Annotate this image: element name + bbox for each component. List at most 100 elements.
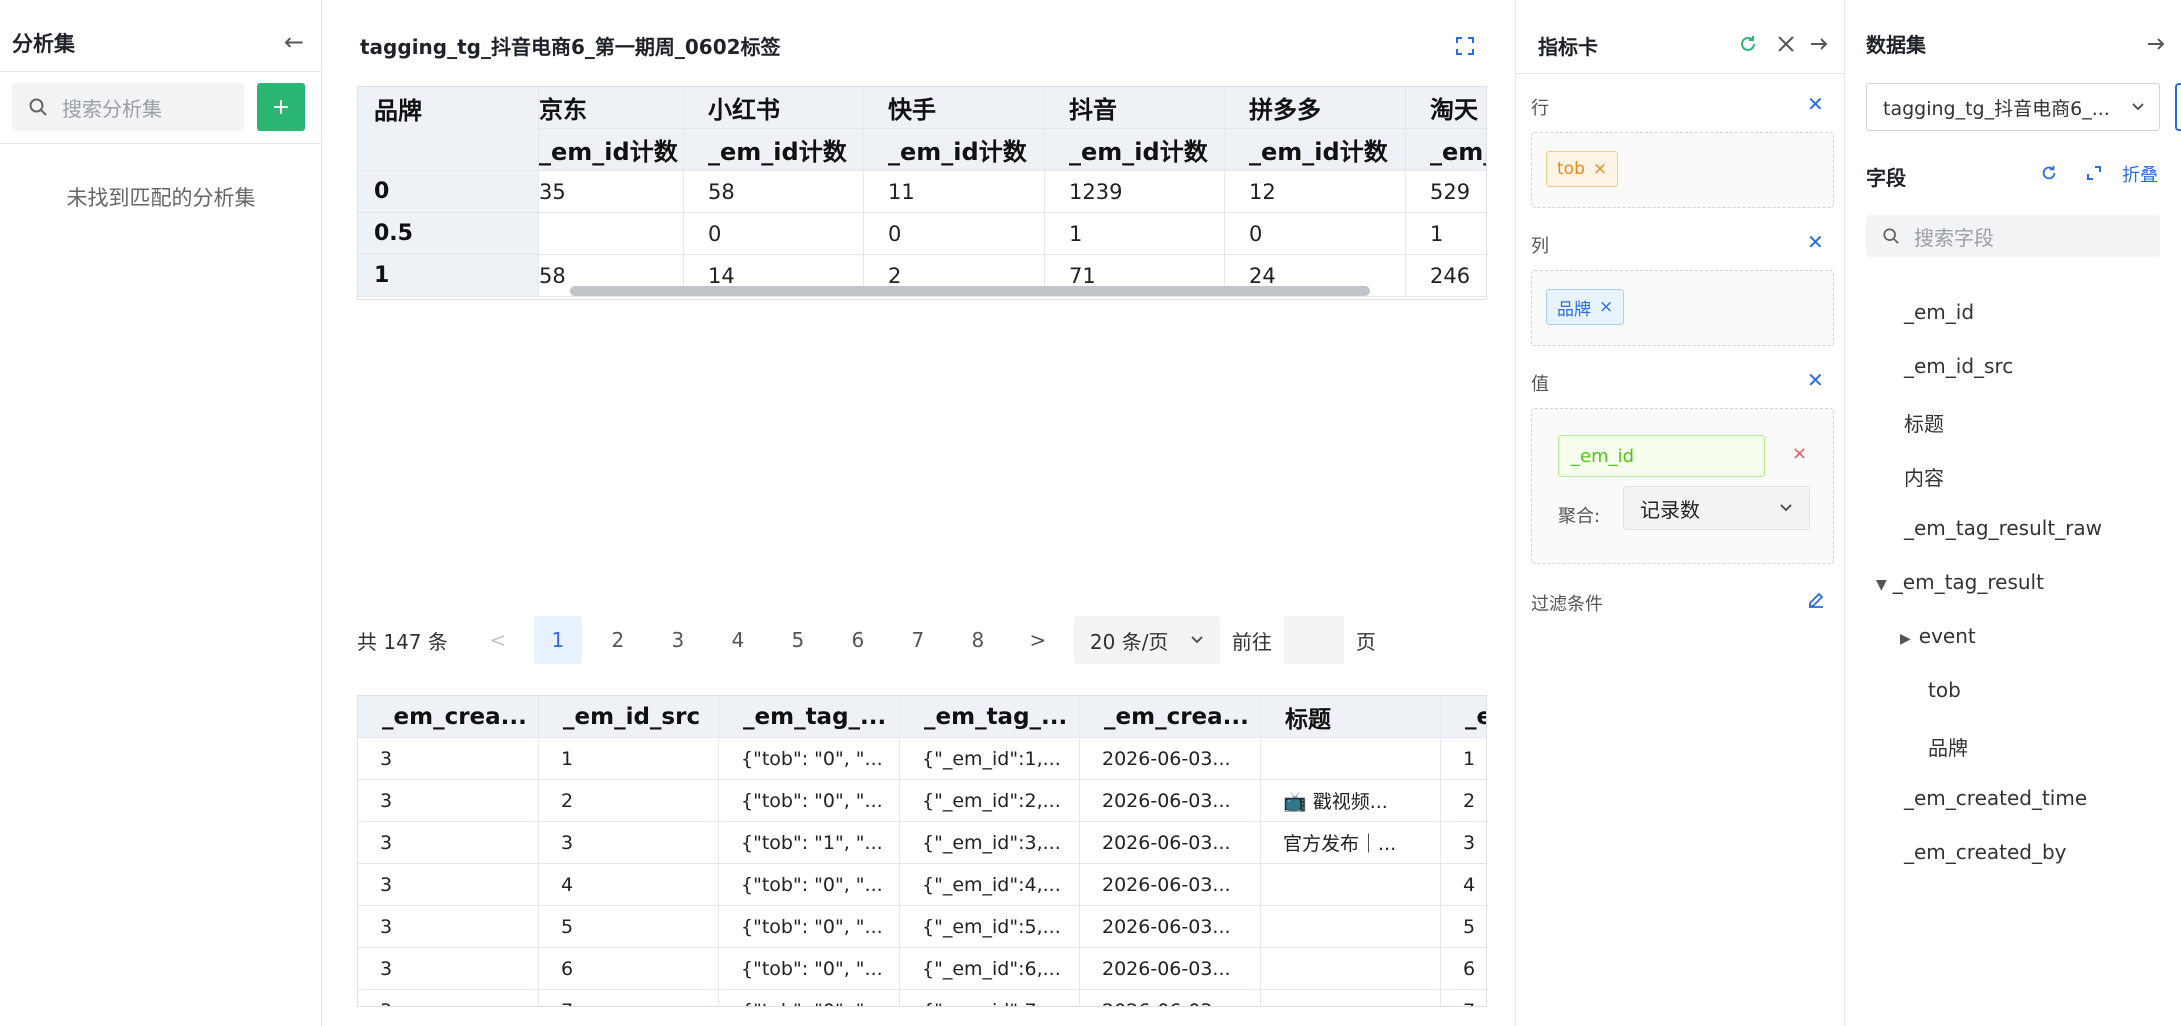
table-cell: 3 [358, 864, 539, 906]
table-header[interactable]: _em_crea... [1080, 696, 1261, 738]
table-cell [1261, 864, 1441, 906]
table-cell: {"tob": "1", "... [719, 822, 900, 864]
pivot-table: 品牌 京东 _em_id计数 小红书 _em_id计数 快手 _em_id计数 … [357, 86, 1487, 300]
table-cell: 4 [539, 864, 719, 906]
value-field[interactable]: _em_id [1558, 435, 1765, 477]
divider [0, 71, 322, 72]
next-page-icon[interactable]: > [1014, 616, 1062, 664]
clear-values-icon[interactable]: ✕ [1807, 368, 1824, 392]
page-button[interactable]: 5 [774, 616, 822, 664]
values-dropzone[interactable]: _em_id × 聚合: 记录数 [1531, 408, 1834, 564]
dataset-side-button[interactable] [2175, 83, 2181, 131]
page-button[interactable]: 2 [594, 616, 642, 664]
table-cell: 7 [1441, 990, 1486, 1007]
table-header[interactable]: _em_tag_... [719, 696, 900, 738]
search-icon [29, 98, 47, 116]
close-icon[interactable] [1777, 35, 1795, 57]
field-item[interactable]: _em_id_src [1904, 354, 2013, 378]
refresh-icon[interactable] [2040, 164, 2058, 186]
field-item[interactable]: _em_created_time [1904, 786, 2087, 810]
pivot-corner-blank [358, 129, 539, 171]
page-button[interactable]: 7 [894, 616, 942, 664]
pivot-row-key: 0 [358, 171, 539, 213]
field-item[interactable]: 内容 [1904, 462, 1944, 491]
table-cell: {"_em_id":2,... [900, 780, 1080, 822]
pivot-col-brand: 快手 [864, 87, 1045, 129]
cols-dropzone[interactable]: 品牌 × [1531, 270, 1834, 346]
expand-icon[interactable] [2086, 165, 2102, 185]
field-subgroup-toggle[interactable]: ▶ event [1900, 624, 1976, 648]
pivot-cell [539, 213, 684, 255]
pivot-cell: 0 [1225, 213, 1406, 255]
page-button[interactable]: 6 [834, 616, 882, 664]
table-cell [1261, 738, 1441, 780]
remove-tag-icon[interactable]: × [1599, 297, 1613, 317]
page-button[interactable]: 1 [533, 616, 582, 664]
field-group-toggle[interactable]: ▼ _em_tag_result [1876, 570, 2044, 594]
table-cell: 2026-06-03... [1080, 864, 1261, 906]
table-cell: 6 [1441, 948, 1486, 990]
table-cell: {"tob": "0", "... [719, 738, 900, 780]
table-cell: {"tob": "0", "... [719, 780, 900, 822]
clear-rows-icon[interactable]: ✕ [1807, 92, 1824, 116]
page-button[interactable]: 3 [654, 616, 702, 664]
pivot-horizontal-scrollbar[interactable] [570, 286, 1370, 296]
field-item[interactable]: 标题 [1904, 408, 1944, 437]
goto-page-input[interactable] [1283, 616, 1344, 664]
table-cell: {"tob": "0", "... [719, 864, 900, 906]
table-header[interactable]: _em_tag_... [900, 696, 1080, 738]
search-placeholder: 搜索分析集 [62, 96, 162, 121]
table-header[interactable]: 标题 [1261, 696, 1441, 738]
collapse-fields-button[interactable]: 折叠 [2122, 161, 2158, 187]
table-cell: 5 [539, 906, 719, 948]
arrow-right-icon[interactable] [1809, 35, 1829, 57]
table-cell: 2026-06-03... [1080, 822, 1261, 864]
pagination: 共 147 条 < 1 2 3 4 5 6 7 8 > 20 条/页 前往 页 [357, 615, 1376, 665]
agg-select[interactable]: 记录数 [1623, 486, 1810, 530]
table-header[interactable]: _em_crea... [358, 696, 539, 738]
arrow-right-icon[interactable] [2146, 35, 2166, 57]
field-item[interactable]: _em_tag_result_raw [1904, 516, 2102, 540]
table-cell [1261, 990, 1441, 1006]
table-cell [1261, 948, 1441, 990]
collapse-left-icon[interactable]: ← [284, 30, 304, 54]
page-title: tagging_tg_抖音电商6_第一期周_0602标签 [360, 35, 781, 59]
dataset-title: 数据集 [1866, 33, 1926, 57]
field-item[interactable]: tob [1928, 678, 1961, 702]
table-cell: 官方发布｜... [1261, 822, 1441, 864]
table-header[interactable]: _em_id_src [539, 696, 719, 738]
page-size-select[interactable]: 20 条/页 [1073, 616, 1220, 664]
rows-label: 行 [1531, 98, 1549, 119]
remove-value-icon[interactable]: × [1792, 443, 1807, 464]
add-analysis-set-button[interactable]: + [257, 83, 305, 131]
field-item[interactable]: _em_id [1904, 300, 1974, 324]
analysis-set-title: 分析集 [12, 32, 75, 56]
pivot-cell: 0 [864, 213, 1045, 255]
prev-page-icon[interactable]: < [474, 616, 522, 664]
row-tag[interactable]: tob × [1546, 151, 1619, 187]
table-header[interactable]: _e [1441, 696, 1486, 738]
rows-dropzone[interactable]: tob × [1531, 132, 1834, 208]
field-search-input[interactable]: 搜索字段 [1866, 215, 2160, 257]
col-tag[interactable]: 品牌 × [1546, 289, 1625, 325]
field-subgroup-label: event [1918, 624, 1976, 648]
edit-filter-icon[interactable] [1807, 590, 1825, 612]
pivot-col-measure: _em_id计数 [1045, 129, 1225, 171]
analysis-set-search-input[interactable]: 搜索分析集 [12, 83, 244, 131]
fullscreen-icon[interactable] [1456, 37, 1474, 59]
clear-cols-icon[interactable]: ✕ [1807, 230, 1824, 254]
page-button[interactable]: 8 [954, 616, 1002, 664]
pivot-col-measure: _em_id计数 [1225, 129, 1406, 171]
dataset-select[interactable]: tagging_tg_抖音电商6_... [1866, 83, 2160, 131]
page-button[interactable]: 4 [714, 616, 762, 664]
field-item[interactable]: _em_created_by [1904, 840, 2067, 864]
table-cell: {"tob": "0", "... [719, 906, 900, 948]
col-tag-label: 品牌 [1557, 299, 1591, 320]
pivot-corner-label: 品牌 [358, 87, 539, 129]
remove-tag-icon[interactable]: × [1593, 159, 1607, 179]
refresh-icon[interactable] [1738, 34, 1758, 58]
pivot-cell: 58 [684, 171, 864, 213]
field-item[interactable]: 品牌 [1928, 732, 1968, 761]
pivot-col-brand: 淘天 [1406, 87, 1486, 129]
main-area: tagging_tg_抖音电商6_第一期周_0602标签 品牌 京东 _em_i… [323, 0, 1514, 1026]
